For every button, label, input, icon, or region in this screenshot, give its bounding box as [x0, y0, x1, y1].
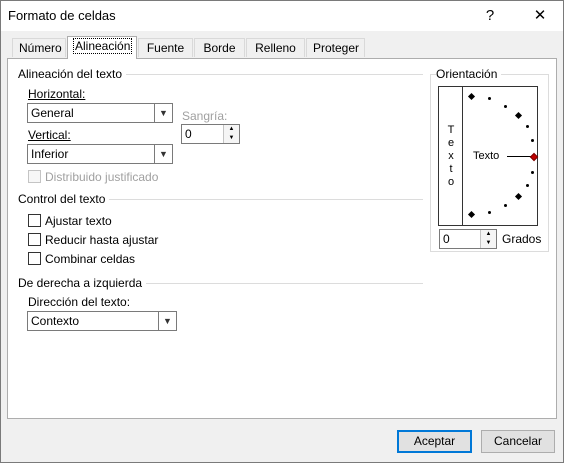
degrees-stepper[interactable]: 0 ▲ ▼	[439, 229, 497, 249]
angle-dot-icon	[488, 211, 491, 214]
rtl-group-label: De derecha a izquierda	[18, 276, 147, 290]
orientation-needle	[507, 156, 531, 157]
text-direction-label: Dirección del texto:	[28, 295, 131, 309]
indent-down-icon[interactable]: ▼	[224, 134, 239, 143]
angle-dot-icon	[531, 171, 534, 174]
indent-stepper[interactable]: 0 ▲ ▼	[181, 124, 240, 144]
horizontal-label: Horizontal:	[28, 87, 86, 101]
angle-marker-icon	[467, 92, 476, 101]
title-bar: Formato de celdas ? ✕	[1, 1, 563, 31]
cancel-button[interactable]: Cancelar	[481, 430, 555, 453]
tab-label: Proteger	[313, 41, 360, 55]
justify-distributed-label: Distribuido justificado	[45, 170, 159, 184]
vertical-value: Inferior	[31, 147, 69, 161]
degrees-stepper-buttons: ▲ ▼	[480, 230, 496, 248]
close-button[interactable]: ✕	[521, 4, 559, 28]
tab-label: Borde	[203, 41, 236, 55]
angle-dot-icon	[488, 97, 491, 100]
angle-marker-icon	[467, 210, 476, 219]
tab-label: Fuente	[146, 41, 185, 55]
text-direction-value: Contexto	[31, 314, 80, 328]
angle-dot-icon	[526, 125, 529, 128]
text-control-group-label: Control del texto	[18, 192, 110, 206]
angle-dot-icon	[504, 204, 507, 207]
text-alignment-group-label: Alineación del texto	[18, 67, 127, 81]
chevron-down-icon: ▼	[158, 312, 176, 330]
degrees-down-icon[interactable]: ▼	[481, 239, 496, 248]
tab-borde[interactable]: Borde	[194, 38, 245, 57]
wrap-text-label: Ajustar texto	[45, 214, 112, 228]
degrees-value: 0	[443, 232, 450, 246]
wrap-text-checkbox[interactable]	[28, 214, 41, 227]
vertical-label: Vertical:	[28, 128, 71, 142]
orientation-text-label: Texto	[473, 150, 500, 162]
chevron-down-icon: ▼	[154, 145, 172, 163]
indent-value: 0	[185, 127, 192, 141]
orientation-handle-icon[interactable]	[529, 152, 539, 162]
tab-fuente[interactable]: Fuente	[138, 38, 193, 57]
close-icon: ✕	[533, 7, 547, 24]
tab-label: Alineación	[72, 38, 133, 54]
tab-label: Relleno	[255, 41, 296, 55]
angle-marker-icon	[514, 192, 523, 201]
help-button[interactable]: ?	[471, 4, 509, 28]
vertical-letter: T	[447, 124, 455, 136]
tab-proteger[interactable]: Proteger	[306, 38, 365, 57]
orientation-group-label: Orientación	[436, 67, 502, 81]
vertical-letter: x	[448, 150, 454, 162]
angle-dot-icon	[504, 105, 507, 108]
vertical-text-button[interactable]: T e x t o	[441, 124, 461, 189]
text-direction-select[interactable]: Contexto ▼	[27, 311, 177, 331]
indent-stepper-buttons: ▲ ▼	[223, 125, 239, 143]
vertical-letter: o	[447, 176, 455, 188]
tab-label: Número	[19, 41, 62, 55]
shrink-to-fit-label: Reducir hasta ajustar	[45, 233, 159, 247]
angle-dot-icon	[531, 139, 534, 142]
justify-distributed-checkbox[interactable]	[28, 170, 41, 183]
vertical-letter: t	[449, 163, 453, 175]
tab-relleno[interactable]: Relleno	[246, 38, 305, 57]
merge-cells-checkbox[interactable]	[28, 252, 41, 265]
tab-numero[interactable]: Número	[12, 38, 66, 57]
merge-cells-label: Combinar celdas	[45, 252, 136, 266]
degrees-label: Grados	[502, 232, 542, 246]
vertical-select[interactable]: Inferior ▼	[27, 144, 173, 164]
horizontal-select[interactable]: General ▼	[27, 103, 173, 123]
dialog-title: Formato de celdas	[8, 8, 116, 23]
orientation-control[interactable]: T e x t o Texto	[438, 86, 539, 226]
tab-alineacion[interactable]: Alineación	[67, 36, 137, 59]
angle-dot-icon	[526, 184, 529, 187]
format-cells-dialog: Formato de celdas ? ✕ Número Alineación …	[0, 0, 564, 463]
shrink-to-fit-checkbox[interactable]	[28, 233, 41, 246]
alignment-panel: Alineación del texto Horizontal: General…	[7, 58, 557, 419]
chevron-down-icon: ▼	[154, 104, 172, 122]
horizontal-value: General	[31, 106, 74, 120]
ok-button[interactable]: Aceptar	[397, 430, 472, 453]
indent-label: Sangría:	[182, 109, 228, 123]
angle-marker-icon	[514, 111, 523, 120]
orientation-divider	[462, 87, 463, 225]
vertical-letter: e	[447, 137, 455, 149]
